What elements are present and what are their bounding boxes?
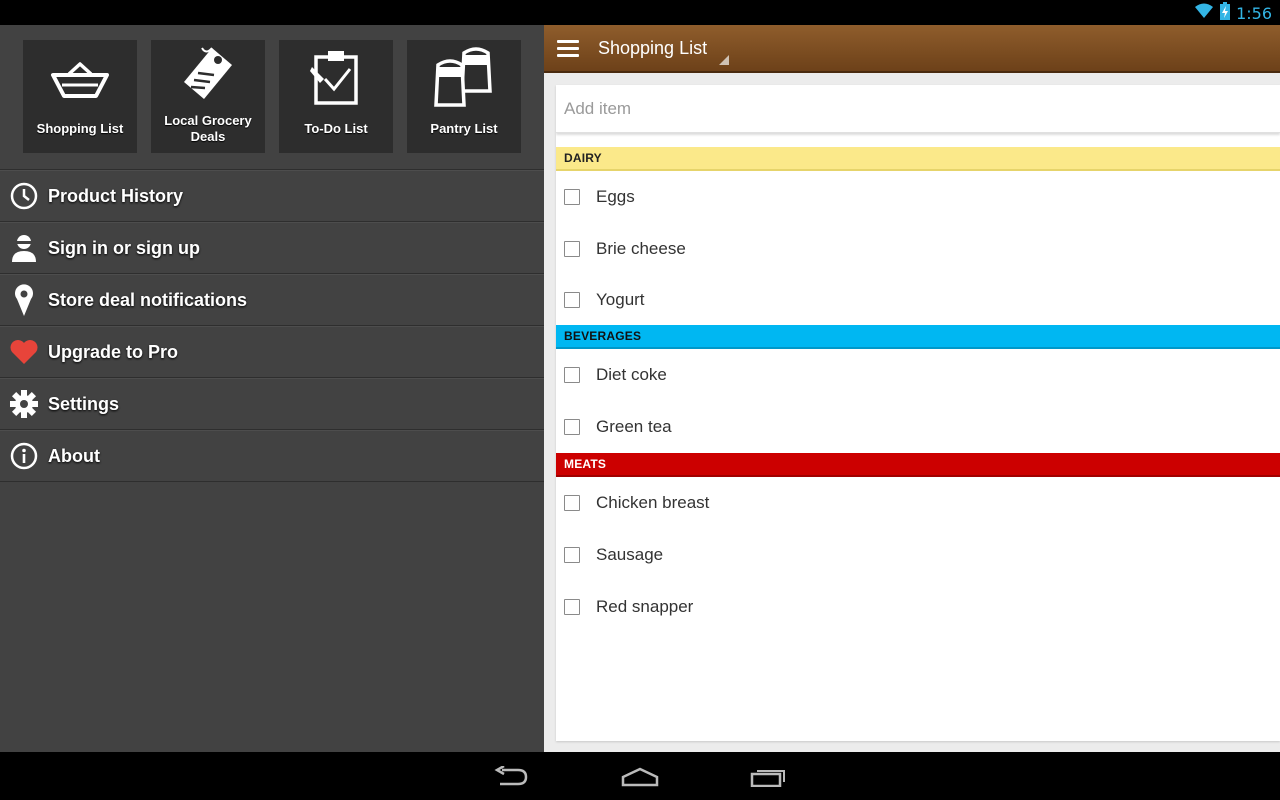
home-icon[interactable]: [620, 764, 660, 790]
salt-pepper-shakers-icon: [407, 46, 521, 107]
menu-item-product-history[interactable]: Product History: [0, 170, 544, 222]
menu-item-label: About: [48, 445, 100, 466]
tile-pantry-list[interactable]: Pantry List: [407, 40, 521, 153]
tile-label: Pantry List: [430, 121, 498, 136]
item-checkbox[interactable]: [564, 367, 580, 383]
list-type-tiles: Shopping List Local Grocery Deals To-Do …: [0, 25, 544, 170]
list-item[interactable]: Chicken breast: [556, 477, 1280, 529]
navigation-drawer: Shopping List Local Grocery Deals To-Do …: [0, 25, 544, 752]
menu-item-store-deal-notifications[interactable]: Store deal notifications: [0, 274, 544, 326]
info-icon: [0, 430, 48, 482]
item-label: Sausage: [596, 545, 664, 564]
list-item[interactable]: Green tea: [556, 401, 1280, 453]
clock-time: 1:56: [1236, 3, 1272, 23]
list-item[interactable]: Eggs: [556, 171, 1280, 223]
item-label: Eggs: [596, 187, 635, 206]
item-checkbox[interactable]: [564, 547, 580, 563]
list-item[interactable]: Sausage: [556, 529, 1280, 581]
menu-item-label: Settings: [48, 393, 120, 414]
category-header-meats: MEATS: [556, 453, 1280, 477]
list-item[interactable]: Red snapper: [556, 581, 1280, 633]
item-label: Green tea: [596, 417, 672, 436]
status-icons: 1:56: [1194, 1, 1272, 25]
tile-label: To-Do List: [304, 121, 368, 136]
menu-item-label: Upgrade to Pro: [48, 341, 179, 362]
user-icon: [0, 222, 48, 274]
battery-charging-icon: [1220, 1, 1231, 25]
item-label: Brie cheese: [596, 239, 686, 258]
back-icon[interactable]: [492, 764, 532, 790]
tile-shopping-list[interactable]: Shopping List: [23, 40, 137, 153]
item-checkbox[interactable]: [564, 292, 580, 308]
list-item[interactable]: Brie cheese: [556, 223, 1280, 275]
item-label: Red snapper: [596, 597, 694, 616]
price-tag-icon: [151, 44, 265, 104]
menu-item-label: Product History: [48, 185, 184, 206]
hamburger-menu-icon[interactable]: [544, 24, 592, 72]
status-bar: 1:56: [0, 0, 1280, 25]
list-item[interactable]: Yogurt: [556, 275, 1280, 325]
menu-item-upgrade-to-pro[interactable]: Upgrade to Pro: [0, 326, 544, 378]
menu-item-label: Sign in or sign up: [48, 237, 200, 258]
main-content: Shopping List DAIRY Eggs Brie cheese Yog…: [544, 25, 1280, 752]
clock-icon: [0, 170, 48, 222]
page-title: Shopping List: [598, 37, 708, 58]
dropdown-caret-icon: [719, 54, 730, 65]
list-selector-dropdown[interactable]: Shopping List: [598, 37, 733, 65]
item-label: Chicken breast: [596, 493, 710, 512]
item-checkbox[interactable]: [564, 495, 580, 511]
item-checkbox[interactable]: [564, 419, 580, 435]
item-label: Yogurt: [596, 290, 645, 309]
list-item[interactable]: Diet coke: [556, 349, 1280, 401]
clipboard-check-icon: [279, 48, 393, 108]
category-header-dairy: DAIRY: [556, 147, 1280, 171]
recent-apps-icon[interactable]: [748, 764, 788, 790]
tile-local-grocery-deals[interactable]: Local Grocery Deals: [151, 40, 265, 153]
tile-label: Local Grocery Deals: [164, 113, 252, 144]
add-item-input[interactable]: [564, 98, 1164, 119]
gear-icon: [0, 378, 48, 430]
menu-item-sign-in[interactable]: Sign in or sign up: [0, 222, 544, 274]
add-item-row: [556, 85, 1280, 133]
item-label: Diet coke: [596, 365, 667, 384]
tile-todo-list[interactable]: To-Do List: [279, 40, 393, 153]
drawer-menu: Product History Sign in or sign up Store…: [0, 170, 544, 482]
item-checkbox[interactable]: [564, 241, 580, 257]
shopping-list-card: DAIRY Eggs Brie cheese Yogurt BEVERAGES …: [556, 85, 1280, 741]
wifi-icon: [1194, 3, 1214, 24]
menu-item-settings[interactable]: Settings: [0, 378, 544, 430]
location-pin-icon: [0, 274, 48, 326]
action-bar: Shopping List: [544, 25, 1280, 73]
item-checkbox[interactable]: [564, 599, 580, 615]
item-checkbox[interactable]: [564, 189, 580, 205]
category-header-beverages: BEVERAGES: [556, 325, 1280, 349]
basket-icon: [23, 50, 137, 110]
menu-item-about[interactable]: About: [0, 430, 544, 482]
system-navigation-bar: [0, 752, 1280, 800]
heart-icon: [0, 326, 48, 378]
menu-item-label: Store deal notifications: [48, 289, 248, 310]
tile-label: Shopping List: [36, 121, 124, 136]
